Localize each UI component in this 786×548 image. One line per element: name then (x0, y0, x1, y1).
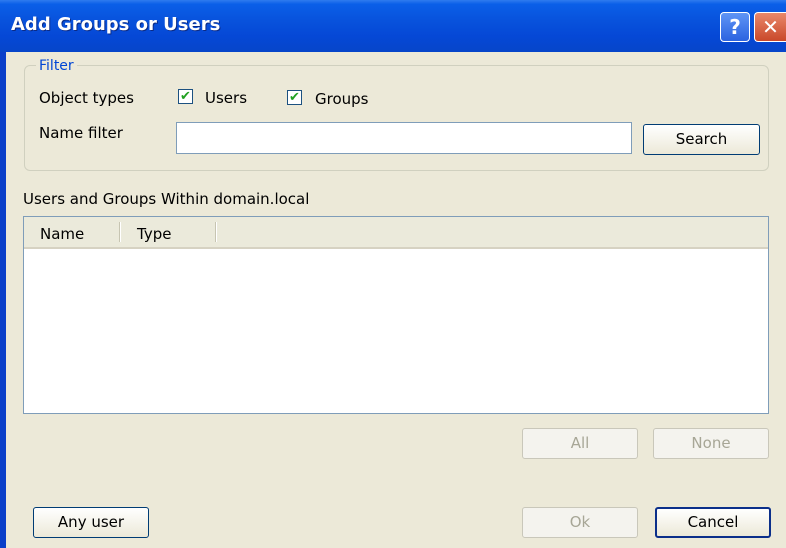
name-filter-label: Name filter (39, 124, 123, 142)
any-user-button[interactable]: Any user (33, 507, 149, 538)
help-icon: ? (729, 15, 741, 39)
users-checkbox-label[interactable]: Users (205, 89, 247, 107)
window-title: Add Groups or Users (11, 14, 221, 35)
select-none-button[interactable]: None (653, 428, 769, 459)
column-divider[interactable] (119, 222, 121, 242)
checkbox-check-icon: ✔ (289, 90, 300, 105)
filter-legend: Filter (36, 58, 77, 74)
close-icon: ✕ (762, 15, 779, 39)
column-header-name[interactable]: Name (40, 225, 84, 243)
cancel-button[interactable]: Cancel (655, 507, 771, 538)
list-header: Name Type (24, 217, 768, 249)
name-filter-input[interactable] (176, 122, 632, 154)
groups-checkbox-label[interactable]: Groups (315, 90, 368, 108)
checkbox-check-icon: ✔ (180, 89, 191, 104)
filter-groupbox (24, 65, 769, 171)
select-all-button[interactable]: All (522, 428, 638, 459)
object-types-label: Object types (39, 89, 134, 107)
help-button[interactable]: ? (720, 12, 750, 42)
groups-checkbox[interactable]: ✔ (287, 90, 302, 105)
list-caption: Users and Groups Within domain.local (23, 190, 310, 208)
column-divider[interactable] (215, 222, 217, 242)
search-button[interactable]: Search (643, 124, 760, 155)
users-groups-list[interactable]: Name Type (23, 216, 769, 414)
window-frame-left (0, 52, 6, 548)
close-button[interactable]: ✕ (754, 12, 786, 42)
title-bar: Add Groups or Users ? ✕ (0, 0, 786, 52)
users-checkbox[interactable]: ✔ (178, 89, 193, 104)
ok-button[interactable]: Ok (522, 507, 638, 538)
column-header-type[interactable]: Type (137, 225, 171, 243)
